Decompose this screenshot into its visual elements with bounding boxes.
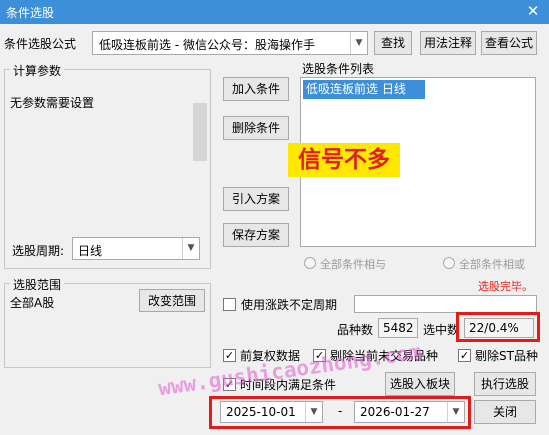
exclude-untraded-checkbox[interactable]: ✓ — [313, 349, 326, 362]
params-text: 无参数需要设置 — [10, 96, 95, 110]
variety-label: 品种数 — [337, 323, 374, 337]
status-text: 选股完毕。 — [478, 280, 533, 293]
time-range-checkbox[interactable]: ✓ — [223, 378, 236, 391]
add-condition-button[interactable]: 加入条件 — [223, 77, 289, 101]
time-range-label: 时间段内满足条件 — [240, 378, 337, 392]
change-scope-button[interactable]: 改变范围 — [139, 289, 205, 312]
variety-value: 5482 — [378, 318, 418, 338]
list-item[interactable]: 低吸连板前选 日线 — [303, 80, 425, 99]
params-group-title: 计算参数 — [10, 62, 65, 79]
params-scrollbar[interactable] — [193, 103, 207, 161]
find-button[interactable]: 查找 — [374, 31, 412, 55]
formula-select[interactable]: 低吸连板前选 - 微信公众号：股海操作手 ▼ — [92, 31, 368, 55]
period-label: 选股周期: — [12, 244, 65, 258]
irregular-period-label: 使用涨跌不定周期 — [241, 298, 338, 312]
forward-adjust-checkbox[interactable]: ✓ — [223, 349, 236, 362]
highlight-frame — [456, 312, 540, 342]
radio-and-label: 全部条件相与 — [320, 258, 386, 271]
import-scheme-button[interactable]: 引入方案 — [223, 187, 289, 211]
save-scheme-button[interactable]: 保存方案 — [223, 223, 289, 247]
overlay-note: 信号不多 — [288, 143, 400, 177]
exclude-st-checkbox[interactable]: ✓ — [458, 349, 471, 362]
title-bar: 条件选股 ✕ — [0, 0, 549, 24]
close-button[interactable]: 关闭 — [474, 400, 536, 424]
chevron-down-icon[interactable]: ▼ — [182, 238, 199, 259]
window-title: 条件选股 — [6, 6, 55, 20]
scope-text: 全部A股 — [10, 296, 55, 310]
radio-and[interactable] — [304, 257, 316, 269]
delete-condition-button[interactable]: 删除条件 — [223, 116, 289, 140]
irregular-period-checkbox[interactable] — [223, 298, 236, 311]
period-value: 日线 — [78, 244, 103, 258]
add-to-block-button[interactable]: 选股入板块 — [385, 372, 455, 396]
run-selection-button[interactable]: 执行选股 — [474, 372, 536, 396]
close-icon[interactable]: ✕ — [517, 0, 549, 24]
formula-label: 条件选股公式 — [4, 37, 77, 51]
radio-or[interactable] — [443, 257, 455, 269]
period-select[interactable]: 日线 ▼ — [72, 237, 200, 260]
view-formula-button[interactable]: 查看公式 — [481, 31, 537, 55]
radio-or-label: 全部条件相或 — [459, 258, 525, 271]
conditions-title: 选股条件列表 — [302, 62, 375, 76]
scope-group-title: 选股范围 — [10, 276, 65, 293]
exclude-st-label: 剔除ST品种 — [475, 349, 538, 363]
usage-button[interactable]: 用法注释 — [420, 31, 476, 55]
chevron-down-icon[interactable]: ▼ — [350, 32, 367, 54]
formula-selected-value: 低吸连板前选 - 微信公众号：股海操作手 — [99, 38, 315, 52]
highlight-frame — [209, 396, 471, 429]
selected-label: 选中数 — [423, 323, 460, 337]
irregular-period-field[interactable] — [354, 295, 537, 313]
forward-adjust-label: 前复权数据 — [240, 349, 301, 363]
exclude-untraded-label: 剔除当前未交易品种 — [330, 349, 439, 363]
